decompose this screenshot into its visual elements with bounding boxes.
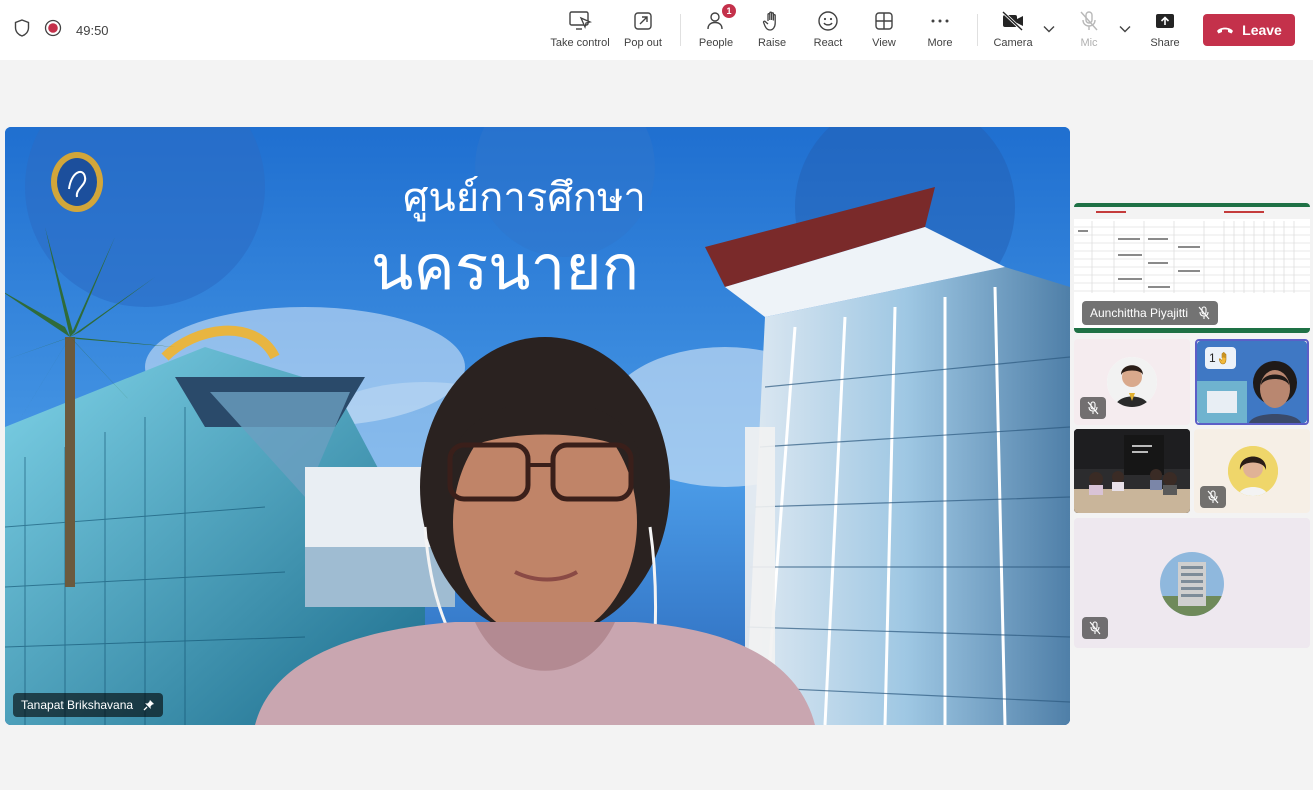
people-icon: 1 — [704, 4, 736, 33]
participant-tile[interactable] — [1194, 429, 1310, 513]
participant-name-tag: Tanapat Brikshavana — [13, 693, 164, 717]
raise-hand-button[interactable]: Raise — [740, 9, 804, 53]
mic-muted-indicator — [1080, 397, 1106, 419]
leave-button[interactable]: Leave — [1203, 14, 1295, 46]
avatar — [1228, 446, 1278, 496]
view-label: View — [872, 37, 896, 49]
meeting-timer: 49:50 — [76, 22, 109, 38]
participant-tile[interactable]: 1 — [1197, 341, 1307, 423]
raise-label: Raise — [757, 37, 787, 49]
record-icon[interactable] — [44, 19, 62, 42]
react-icon — [816, 9, 840, 33]
mic-off-icon — [1077, 9, 1101, 33]
react-label: React — [813, 37, 843, 49]
participant-tile[interactable] — [1074, 429, 1190, 513]
leave-label: Leave — [1242, 22, 1282, 38]
raise-hand-icon — [760, 9, 784, 33]
raise-hand-icon — [1218, 352, 1226, 365]
mic-label: Mic — [1080, 37, 1098, 49]
pin-icon[interactable] — [143, 699, 155, 711]
toolbar-divider — [977, 14, 978, 46]
view-button[interactable]: View — [852, 9, 916, 53]
chevron-down-icon — [1119, 26, 1131, 33]
camera-button[interactable]: Camera — [981, 9, 1045, 53]
participant-tile[interactable] — [1074, 518, 1310, 648]
pop-out-icon — [631, 9, 655, 33]
react-button[interactable]: React — [796, 9, 860, 53]
mic-options-chevron[interactable] — [1118, 22, 1132, 36]
participant-video — [1074, 429, 1190, 513]
take-control-icon — [568, 9, 592, 33]
participant-name: Tanapat Brikshavana — [21, 698, 134, 712]
share-button[interactable]: Share — [1133, 9, 1197, 53]
mic-off-icon — [1089, 621, 1101, 635]
camera-label: Camera — [993, 37, 1033, 49]
take-control-label: Take control — [550, 37, 610, 49]
people-button[interactable]: 1 People — [684, 4, 748, 53]
people-count-badge: 1 — [722, 4, 736, 18]
pop-out-button[interactable]: Pop out — [611, 9, 675, 53]
share-label: Share — [1150, 37, 1180, 49]
camera-options-chevron[interactable] — [1042, 22, 1056, 36]
raised-hand-badge: 1 — [1205, 347, 1236, 369]
chevron-down-icon — [1043, 26, 1055, 33]
avatar — [1160, 552, 1224, 616]
camera-off-icon — [1001, 9, 1025, 33]
phone-hangup-icon — [1217, 27, 1234, 34]
raised-hand-count: 1 — [1209, 351, 1216, 365]
participant-tile[interactable] — [1074, 339, 1190, 425]
take-control-button[interactable]: Take control — [548, 9, 612, 53]
screen-share-name-tag: Aunchittha Piyajitti — [1082, 301, 1219, 325]
meeting-status: 49:50 — [14, 18, 109, 42]
pop-out-label: Pop out — [624, 37, 662, 49]
background-title-line2: นครนายก — [371, 231, 640, 304]
meeting-toolbar: 49:50 Take control Pop out 1 People Rais… — [0, 0, 1313, 60]
mic-muted-indicator — [1200, 486, 1226, 508]
mic-button[interactable]: Mic — [1057, 9, 1121, 53]
mic-off-icon — [1198, 306, 1210, 320]
more-icon — [928, 9, 952, 33]
shield-icon[interactable] — [14, 18, 30, 42]
mic-muted-indicator — [1082, 617, 1108, 639]
avatar — [1107, 357, 1157, 407]
mic-off-icon — [1207, 490, 1219, 504]
more-label: More — [927, 37, 953, 49]
people-label: People — [698, 37, 734, 49]
share-icon — [1153, 9, 1177, 33]
mic-off-icon — [1087, 401, 1099, 415]
screen-share-tile[interactable]: Aunchittha Piyajitti — [1074, 203, 1310, 333]
main-video-stage[interactable]: ศูนย์การศึกษา นครนายก Tanapat Brikshavan… — [5, 127, 1070, 725]
more-button[interactable]: More — [908, 9, 972, 53]
toolbar-divider — [680, 14, 681, 46]
screen-share-name: Aunchittha Piyajitti — [1090, 306, 1189, 320]
view-icon — [872, 9, 896, 33]
